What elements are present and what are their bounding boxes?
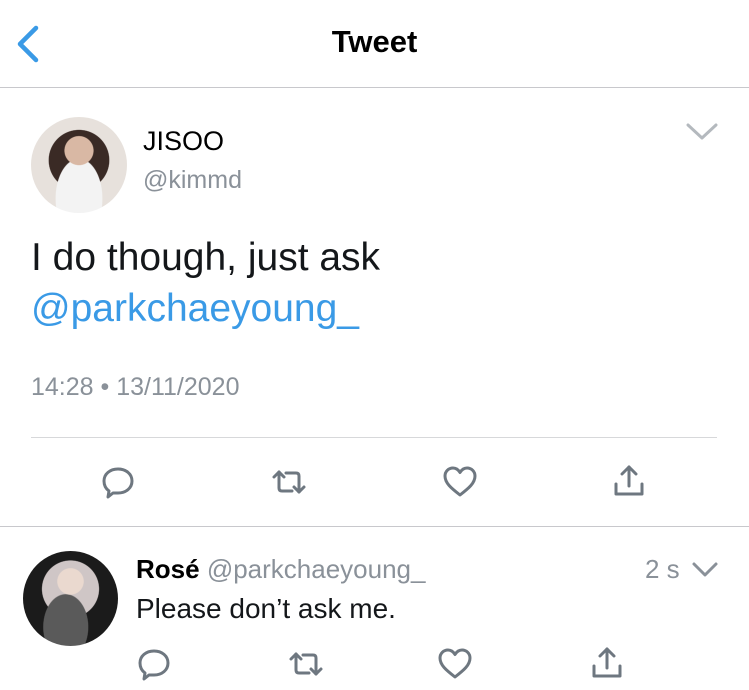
reply-like-button[interactable] — [436, 646, 474, 687]
reply-text: Please don’t ask me. — [136, 593, 396, 624]
reply-button[interactable] — [100, 464, 136, 505]
section-separator — [0, 526, 749, 527]
author-handle[interactable]: @kimmd — [143, 166, 242, 195]
retweet-icon — [272, 470, 306, 494]
reply-author-handle[interactable]: @parkchaeyoung_ — [207, 554, 426, 584]
heart-icon — [443, 466, 477, 497]
heart-icon — [438, 648, 472, 679]
reply-retweet-button[interactable] — [287, 646, 325, 687]
retweet-icon — [289, 652, 323, 676]
more-options-button[interactable] — [684, 120, 720, 144]
reply-reply-button[interactable] — [136, 646, 172, 687]
chevron-down-icon — [692, 562, 718, 577]
reply-share-button[interactable] — [590, 646, 624, 687]
author-name[interactable]: JISOO — [143, 126, 224, 157]
chevron-down-icon — [686, 123, 718, 140]
reply-icon — [138, 649, 170, 681]
tweet-body: I do though, just ask @parkchaeyoung_ — [31, 232, 711, 334]
reply-more-options-button[interactable] — [690, 560, 720, 580]
nav-bar: Tweet — [0, 0, 749, 88]
tweet-timestamp: 14:28 • 13/11/2020 — [31, 373, 240, 401]
mention-link[interactable]: @parkchaeyoung_ — [31, 283, 711, 334]
page-title: Tweet — [331, 24, 418, 59]
reply-author-name[interactable]: Rosé — [136, 554, 200, 584]
avatar[interactable] — [31, 117, 127, 213]
reply-header: Rosé @parkchaeyoung_ — [136, 554, 425, 585]
reply-avatar[interactable] — [23, 551, 118, 646]
divider — [31, 437, 717, 438]
reply-icon — [102, 467, 134, 499]
share-icon — [592, 647, 622, 678]
share-button[interactable] — [612, 464, 646, 505]
retweet-button[interactable] — [270, 464, 308, 505]
tweet-text: I do though, just ask — [31, 236, 381, 279]
like-button[interactable] — [441, 464, 479, 505]
reply-timestamp: 2 s — [645, 554, 680, 584]
share-icon — [614, 465, 644, 496]
